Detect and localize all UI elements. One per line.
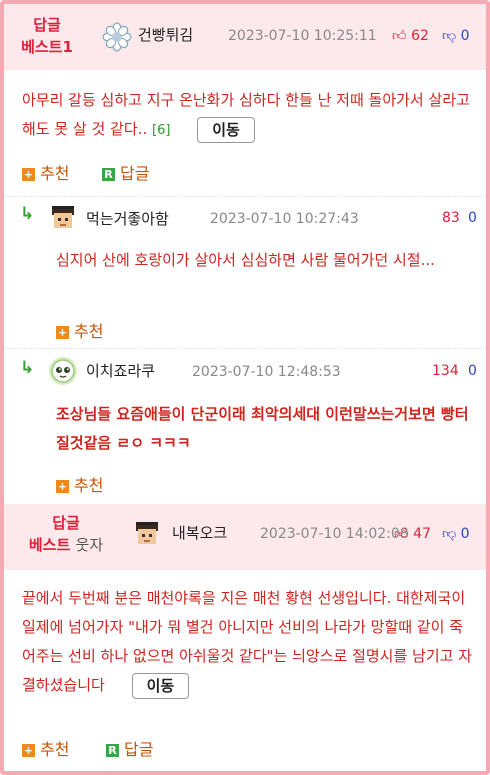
- avatar-flower-icon[interactable]: [102, 22, 132, 52]
- move-button[interactable]: 이동: [197, 116, 255, 143]
- reply-r-icon: R: [102, 168, 115, 181]
- best-badge: 답글 베스트 웃자: [28, 514, 104, 554]
- avatar-character-icon[interactable]: [48, 356, 78, 386]
- comment-date: 2023-07-10 10:25:11: [228, 28, 377, 44]
- recommend-button[interactable]: + 추천: [22, 736, 69, 760]
- downvote-button[interactable]: 👎︎ 0: [442, 525, 470, 542]
- author-nick[interactable]: 건빵튀김: [138, 24, 193, 45]
- downvote-count[interactable]: 0: [468, 363, 477, 379]
- comment-date: 2023-07-10 12:48:53: [192, 364, 341, 380]
- comment-body: 끝에서 두번째 분은 매천야록을 지은 매천 황현 선생입니다. 대한제국이 일…: [22, 584, 472, 700]
- plus-icon: +: [22, 168, 35, 181]
- downvote-count[interactable]: 0: [468, 210, 477, 226]
- author-nick[interactable]: 먹는거좋아함: [86, 208, 169, 229]
- divider: [4, 196, 486, 197]
- divider: [4, 348, 486, 349]
- reply-button[interactable]: R 답글: [102, 160, 149, 184]
- comment-date: 2023-07-10 10:27:43: [210, 211, 359, 227]
- thumbs-up-icon: 👍︎: [392, 28, 407, 44]
- author-nick[interactable]: 이치죠라쿠: [86, 360, 155, 381]
- comment-body: 조상님들 요즘애들이 단군이래 최악의세대 이런말쓰는거보면 빵터질것같음 ㄹㅇ…: [56, 405, 469, 452]
- best-badge: 답글 베스트1: [21, 16, 73, 56]
- author-nick[interactable]: 내복오크: [172, 522, 227, 543]
- avatar-pixel-icon[interactable]: [132, 518, 162, 548]
- upvote-button[interactable]: 👍︎ 47: [394, 525, 431, 542]
- downvote-button[interactable]: 👎︎ 0: [442, 27, 470, 44]
- comment-date: 2023-07-10 14:02:08: [260, 526, 409, 542]
- plus-icon: +: [56, 326, 69, 339]
- comment-body: 심지어 산에 호랑이가 살아서 심심하면 사람 물어가던 시절...: [56, 251, 435, 269]
- best-comment-header: 답글 베스트 웃자 내복오크 2023-07-10 14:02:08 👍︎ 47…: [4, 504, 486, 570]
- reply-button[interactable]: R 답글: [106, 736, 153, 760]
- plus-icon: +: [56, 480, 69, 493]
- move-button[interactable]: 이동: [131, 672, 190, 699]
- reply-arrow-icon: ↳: [20, 358, 35, 378]
- upvote-count[interactable]: 134: [432, 363, 459, 379]
- upvote-count[interactable]: 83: [442, 210, 460, 226]
- thumbs-up-icon: 👍︎: [394, 526, 409, 542]
- reply-arrow-icon: ↳: [20, 204, 35, 224]
- upvote-button[interactable]: 👍︎ 62: [392, 27, 429, 44]
- recommend-button[interactable]: + 추천: [22, 160, 69, 184]
- reply-count[interactable]: [6]: [152, 123, 170, 138]
- comment-body: 아무리 갈등 심하고 지구 온난화가 심하다 한들 난 저때 돌아가서 살라고 …: [22, 86, 472, 145]
- reply-r-icon: R: [106, 744, 119, 757]
- plus-icon: +: [22, 744, 35, 757]
- comment-panel: 답글 베스트1 건빵튀김 2023-07-10 10:25:11 👍︎ 62 👎…: [0, 0, 490, 775]
- thumbs-down-icon: 👎︎: [442, 28, 457, 44]
- recommend-button[interactable]: + 추천: [56, 318, 103, 342]
- best-comment-header: 답글 베스트1 건빵튀김 2023-07-10 10:25:11 👍︎ 62 👎…: [4, 4, 486, 70]
- thumbs-down-icon: 👎︎: [442, 526, 457, 542]
- avatar-pixel-icon[interactable]: [48, 202, 78, 232]
- recommend-button[interactable]: + 추천: [56, 472, 103, 496]
- category-label: 웃자: [75, 536, 104, 554]
